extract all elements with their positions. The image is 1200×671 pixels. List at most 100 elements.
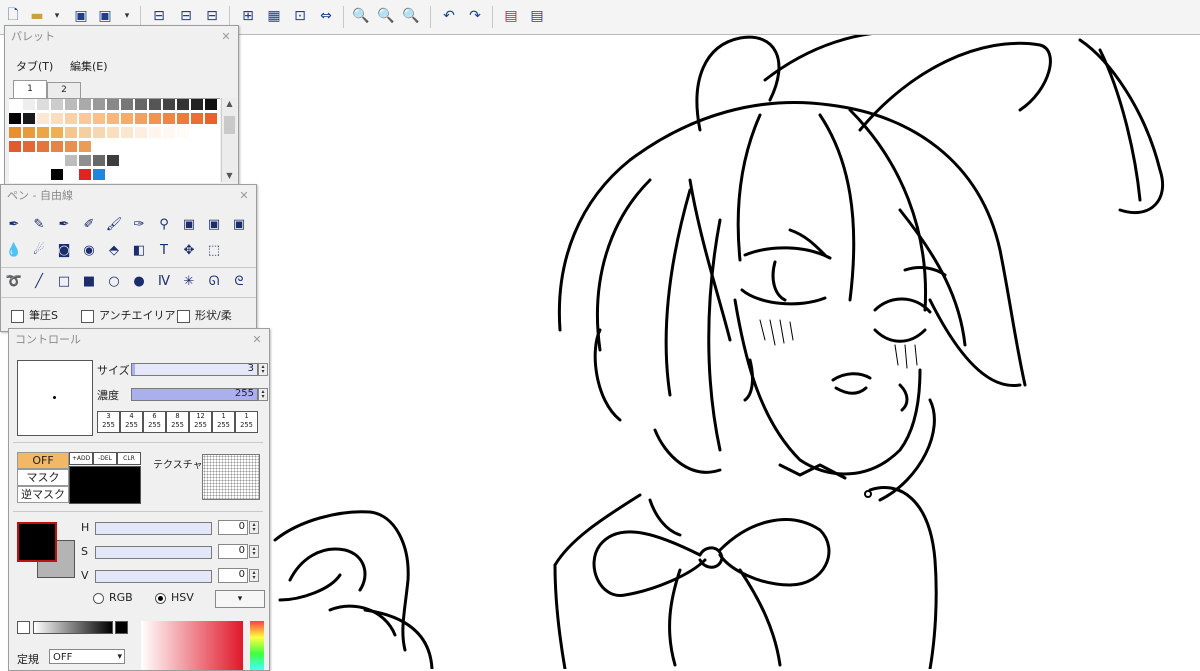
s-value[interactable]: 0 [218,544,248,559]
mask-add-button[interactable]: +ADD [69,452,93,465]
close-icon[interactable]: ✕ [236,188,252,204]
palette-swatch[interactable] [51,141,64,153]
palette-swatch[interactable] [93,141,106,153]
h-value[interactable]: 0 [218,520,248,535]
palette-swatch[interactable] [37,141,50,153]
palette-swatch[interactable] [9,155,22,167]
palette-swatch[interactable] [205,155,218,167]
dropdown-icon[interactable]: ▾ [48,7,66,25]
scroll-thumb[interactable] [224,116,235,134]
palette-swatch[interactable] [107,141,120,153]
save-icon[interactable]: ▣ [72,7,90,25]
rgb-option[interactable]: RGB [93,591,133,604]
ruler-select[interactable]: OFF ▾ [49,649,125,664]
palette-swatch[interactable] [121,141,134,153]
zoom-actual-icon[interactable]: 🔍 [352,7,370,25]
palette-swatch[interactable] [205,99,218,111]
close-icon[interactable]: ✕ [218,29,234,45]
palette-swatch[interactable] [177,169,190,181]
gradient-icon[interactable]: ◧ [130,241,148,259]
palette-swatch[interactable] [65,169,78,181]
scroll-up-icon[interactable]: ▲ [222,98,237,110]
palette-swatch[interactable] [107,99,120,111]
palette-swatch[interactable] [79,113,92,125]
rgb-radio[interactable] [93,592,104,604]
palette-swatch[interactable] [163,113,176,125]
palette-swatch[interactable] [135,99,148,111]
redo-icon[interactable]: ↷ [466,7,484,25]
dropdown-icon[interactable]: ▾ [118,7,136,25]
palette-swatch[interactable] [191,141,204,153]
window-icon-1[interactable]: ⊟ [150,7,168,25]
palette-swatch[interactable] [191,127,204,139]
palette-swatch[interactable] [65,127,78,139]
palette-swatch[interactable] [93,99,106,111]
text-tool-icon[interactable]: T [155,241,173,259]
brush-preset-button[interactable]: 12 255 [189,411,212,433]
palette-swatch[interactable] [79,99,92,111]
palette-swatch[interactable] [93,113,106,125]
palette-swatch[interactable] [205,169,218,181]
polyline-icon[interactable]: Ⅳ [155,272,173,290]
water-drop-icon[interactable]: 💧 [5,241,23,259]
fit-window-icon[interactable]: ⊡ [291,7,309,25]
palette-swatch[interactable] [149,99,162,111]
palette-swatch[interactable] [93,127,106,139]
palette-menu-tab[interactable]: タブ(T) [16,58,53,74]
palette-swatch[interactable] [93,155,106,167]
palette-swatch[interactable] [23,99,36,111]
tab-2[interactable]: 2 [47,82,81,98]
save-as-icon[interactable]: ▣ [96,7,114,25]
palette-swatch[interactable] [163,155,176,167]
foreground-color-swatch[interactable] [17,522,57,562]
grayscale-bar[interactable] [33,621,113,634]
palette-swatch[interactable] [9,169,22,181]
palette-swatch[interactable] [177,141,190,153]
palette-swatch[interactable] [177,113,190,125]
move-icon[interactable]: ✥ [180,241,198,259]
mask-off-button[interactable]: OFF [17,452,69,469]
pencil-icon[interactable]: ✎ [30,215,48,233]
palette-swatch[interactable] [37,155,50,167]
scroll-down-icon[interactable]: ▼ [222,170,237,182]
palette-swatch[interactable] [121,155,134,167]
layer-icon-c[interactable]: ▣ [230,215,248,233]
palette-swatch[interactable] [205,127,218,139]
palette-swatch[interactable] [51,99,64,111]
palette-swatch[interactable] [121,99,134,111]
brush-preset-button[interactable]: 4 255 [120,411,143,433]
mask-button[interactable]: マスク [17,469,69,486]
close-icon[interactable]: ✕ [249,332,265,348]
palette-swatch[interactable] [79,127,92,139]
palette-swatch[interactable] [149,141,162,153]
brush-preset-button[interactable]: 6 255 [143,411,166,433]
window-icon-3[interactable]: ⊟ [203,7,221,25]
zoom-out-icon[interactable]: 🔍 [402,7,420,25]
texture-preview[interactable] [202,454,260,500]
palette-scrollbar[interactable]: ▲ ▼ [221,98,237,182]
palette-swatch[interactable] [37,99,50,111]
palette-swatch[interactable] [135,127,148,139]
palette-swatch[interactable] [177,127,190,139]
palette-swatch[interactable] [205,113,218,125]
palette-swatch[interactable] [79,169,92,181]
palette-swatch[interactable] [23,155,36,167]
s-slider[interactable] [95,546,212,559]
palette-swatch[interactable] [135,113,148,125]
open-file-icon[interactable]: ▬ [28,7,46,25]
window-icon-2[interactable]: ⊟ [177,7,195,25]
rect-outline-icon[interactable]: □ [55,272,73,290]
antialias-option[interactable]: アンチエイリアス [81,307,187,323]
palette-swatch[interactable] [177,155,190,167]
color-mode-dropdown[interactable]: ▾ [215,590,265,608]
size-spinner[interactable]: ▴ ▾ [258,363,268,376]
v-slider[interactable] [95,570,212,583]
palette-swatch[interactable] [205,141,218,153]
palette-menu-edit[interactable]: 編集(E) [70,58,108,74]
density-spinner[interactable]: ▴ ▾ [258,388,268,401]
palette-swatch[interactable] [9,127,22,139]
pen-icon[interactable]: ✒ [5,215,23,233]
palette-swatch[interactable] [149,127,162,139]
palette-swatch[interactable] [135,155,148,167]
clear-layer-icon[interactable]: ▤ [502,7,520,25]
